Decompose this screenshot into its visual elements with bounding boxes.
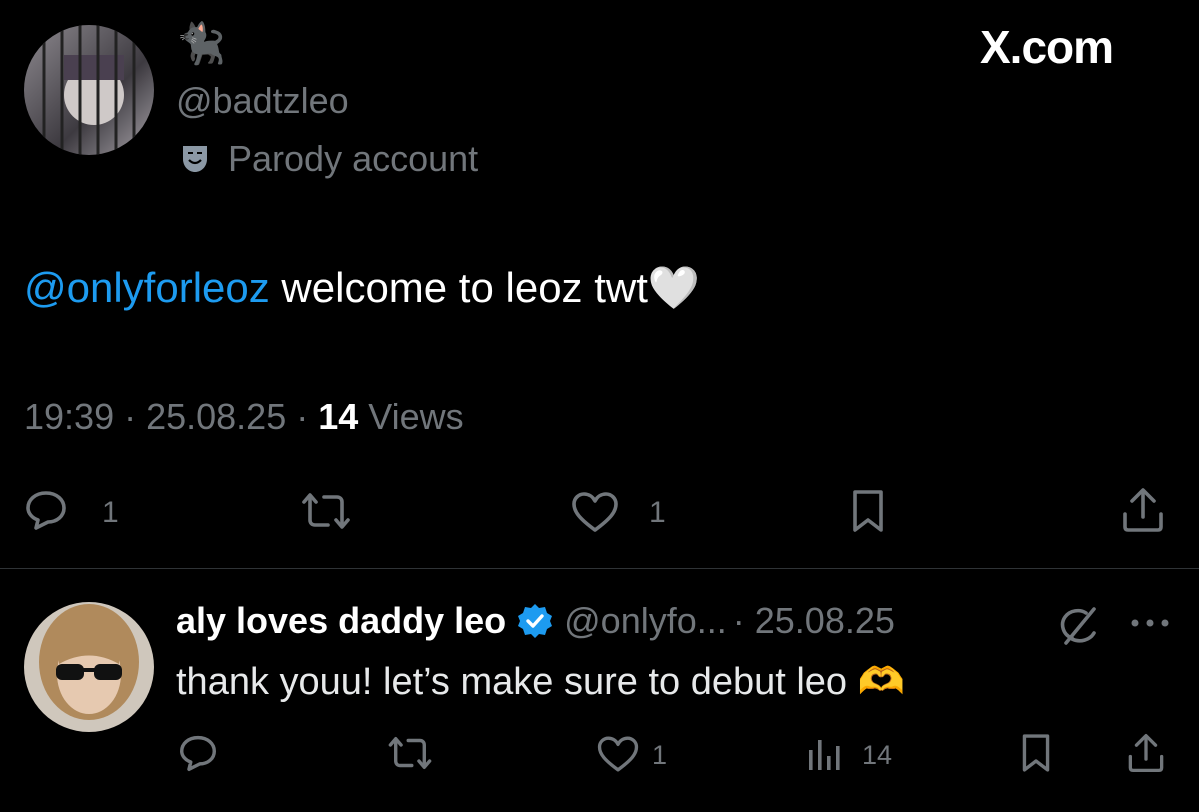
parody-label: Parody account: [176, 138, 478, 180]
verified-badge-icon: [516, 602, 554, 640]
reply-display-name[interactable]: aly loves daddy leo: [176, 600, 506, 642]
white-heart-emoji: 🤍: [647, 264, 701, 311]
share-icon[interactable]: [1120, 486, 1166, 534]
post-timestamp[interactable]: 19:39 · 25.08.25 ·: [24, 396, 318, 437]
more-options-icon[interactable]: [1130, 618, 1170, 628]
reply-repost-icon[interactable]: [385, 734, 435, 772]
reply-count: 1: [102, 496, 119, 529]
views-label: Views: [358, 396, 464, 437]
like-icon[interactable]: [570, 490, 620, 534]
post-body-text: welcome to leoz twt: [269, 264, 648, 311]
grok-icon[interactable]: [1056, 605, 1102, 647]
reply-like-icon[interactable]: [596, 734, 640, 774]
reply-handle[interactable]: @onlyfo...: [564, 600, 727, 642]
bookmark-icon[interactable]: [850, 488, 886, 534]
author-avatar[interactable]: [24, 25, 154, 155]
parody-label-text: Parody account: [228, 138, 479, 179]
reply-author-avatar[interactable]: [24, 602, 154, 732]
reply-date[interactable]: · 25.08.25: [733, 600, 895, 642]
mention-link[interactable]: @onlyforleoz: [24, 264, 270, 311]
author-handle[interactable]: @badtzleo: [176, 80, 349, 122]
repost-icon[interactable]: [298, 490, 354, 532]
post-text: @onlyforleoz welcome to leoz twt🤍: [24, 264, 700, 313]
reply-bookmark-icon[interactable]: [1020, 732, 1052, 774]
divider: [0, 568, 1199, 569]
theater-masks-icon: [180, 143, 210, 175]
x-com-watermark: X.com: [980, 21, 1114, 73]
views-count: 14: [318, 396, 359, 437]
reply-share-icon[interactable]: [1126, 732, 1166, 774]
post-meta: 19:39 · 25.08.25 · 14 Views: [24, 396, 464, 438]
reply-reply-icon[interactable]: [178, 734, 218, 772]
author-display-name[interactable]: 🐈‍⬛: [176, 20, 226, 67]
reply-like-count: 1: [652, 740, 668, 770]
analytics-icon[interactable]: [806, 736, 846, 772]
reply-views-count: 14: [862, 740, 893, 770]
reply-icon[interactable]: [24, 489, 68, 531]
reply-body-text: thank youu! let’s make sure to debut leo: [176, 661, 858, 703]
like-count: 1: [649, 496, 666, 529]
reply-header: aly loves daddy leo @onlyfo... · 25.08.2…: [176, 600, 895, 642]
heart-hands-emoji: 🫶: [857, 661, 905, 703]
reply-text: thank youu! let’s make sure to debut leo…: [176, 660, 905, 704]
